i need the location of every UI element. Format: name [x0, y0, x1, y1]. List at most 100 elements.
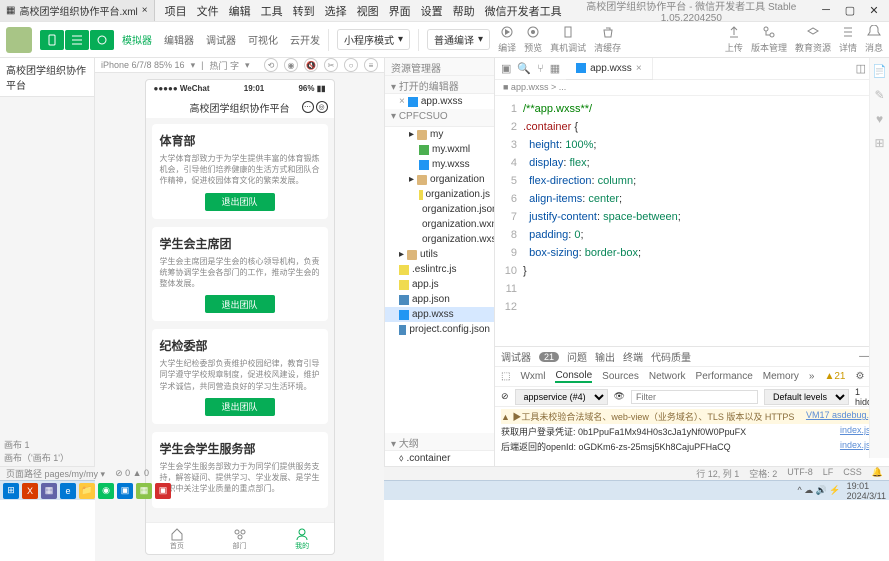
search-icon[interactable]: 🔍	[517, 62, 531, 75]
tree-item[interactable]: ▸ my	[385, 127, 494, 142]
taskbar-app[interactable]: ▦	[41, 483, 57, 499]
taskbar-app[interactable]: ▣	[117, 483, 133, 499]
tab-dept[interactable]: 部门	[208, 523, 271, 554]
tree-item[interactable]: organization.js	[385, 187, 494, 202]
menu-tools[interactable]: 工具	[261, 3, 283, 19]
close-icon[interactable]: ×	[142, 5, 148, 16]
more-icon[interactable]: ≡	[364, 58, 378, 72]
editor-tab-active[interactable]: app.wxss ×	[566, 58, 653, 79]
menu-select[interactable]: 选择	[325, 3, 347, 19]
messages-button[interactable]: 消息	[865, 25, 883, 54]
simulator-toggle[interactable]	[40, 30, 64, 50]
dock-icon[interactable]: ⊞	[874, 136, 884, 150]
dock-icon[interactable]: ✎	[874, 88, 884, 102]
phone-content[interactable]: 体育部大学体育部致力于为学生提供丰富的体育锻炼机会，引导他们培养健康的生活方式和…	[146, 118, 334, 522]
bell-icon[interactable]: 🔔	[872, 467, 883, 480]
tab-sources[interactable]: Sources	[602, 371, 639, 382]
tree-item[interactable]: app.wxss	[385, 307, 494, 322]
leave-button[interactable]: 退出团队	[205, 193, 275, 211]
leave-button[interactable]: 退出团队	[205, 398, 275, 416]
device-select[interactable]: iPhone 6/7/8 85% 16	[101, 60, 185, 70]
menu-project[interactable]: 项目	[165, 3, 187, 19]
compile-button[interactable]: 编译	[498, 25, 516, 54]
start-button[interactable]: ⊞	[3, 483, 19, 499]
taskbar-app[interactable]: X	[22, 483, 38, 499]
minimize-icon[interactable]: ─	[817, 4, 835, 17]
open-editors-header[interactable]: ▾ 打开的编辑器	[385, 76, 494, 94]
tab-simulator[interactable]: 模拟器	[122, 32, 152, 47]
console-output[interactable]: ▲ ▶工具未校验合法域名、web-view（业务域名）、TLS 版本以及 HTT…	[495, 407, 889, 466]
gear-icon[interactable]: ⚙	[856, 371, 865, 382]
close-capsule-icon[interactable]: ◎	[316, 101, 328, 113]
stop-icon[interactable]: ◉	[284, 58, 298, 72]
tab-debugger[interactable]: 调试器	[206, 32, 236, 47]
avatar[interactable]	[6, 27, 32, 53]
tree-item[interactable]: organization.wxml	[385, 217, 494, 232]
ext-icon[interactable]: ▦	[550, 62, 560, 75]
tab-editor[interactable]: 编辑器	[164, 32, 194, 47]
tree-item[interactable]: app.js	[385, 277, 494, 292]
tree-item[interactable]: project.config.json	[385, 322, 494, 337]
menu-settings[interactable]: 设置	[421, 3, 443, 19]
branch-icon[interactable]: ⑂	[537, 63, 544, 75]
tree-item[interactable]: my.wxml	[385, 142, 494, 157]
problems-count[interactable]: ⊘ 0 ▲ 0	[115, 468, 149, 479]
explorer-icon[interactable]: ▣	[501, 62, 511, 75]
indent-info[interactable]: 空格: 2	[749, 467, 777, 480]
cursor-position[interactable]: 行 12, 列 1	[696, 467, 739, 480]
page-path[interactable]: 页面路径 pages/my/my ▾	[6, 467, 105, 480]
menu-view[interactable]: 视图	[357, 3, 379, 19]
taskbar-app[interactable]: ▦	[136, 483, 152, 499]
minimize-panel-icon[interactable]: —	[859, 351, 869, 362]
taskbar-wechat[interactable]: ◉	[98, 483, 114, 499]
console-tab-quality[interactable]: 代码质量	[651, 349, 691, 364]
taskbar-folder[interactable]: 📁	[79, 483, 95, 499]
tree-item[interactable]: app.json	[385, 292, 494, 307]
tab-memory[interactable]: Memory	[763, 371, 799, 382]
tree-item[interactable]: organization.wxss	[385, 232, 494, 247]
tree-item[interactable]: ▸ utils	[385, 247, 494, 262]
console-tab-debugger[interactable]: 调试器	[501, 349, 531, 364]
breadcrumb[interactable]: ■ app.wxss > ...	[495, 80, 889, 96]
clear-icon[interactable]: ⊘	[501, 391, 509, 402]
menu-file[interactable]: 文件	[197, 3, 219, 19]
preview-button[interactable]: 预览	[524, 25, 542, 54]
outline-item[interactable]: ⬨ .container	[385, 451, 494, 466]
close-tab-icon[interactable]: ×	[636, 63, 642, 74]
tab-network[interactable]: Network	[649, 371, 686, 382]
close-window-icon[interactable]: ✕	[865, 4, 883, 17]
tab-visual[interactable]: 可视化	[248, 32, 278, 47]
clear-cache-button[interactable]: 清缓存	[594, 25, 621, 54]
dock-icon[interactable]: 📄	[872, 64, 887, 78]
debugger-toggle[interactable]	[90, 30, 114, 50]
filter-input[interactable]	[631, 390, 758, 404]
compile-mode-dropdown[interactable]: 普通编译▾	[427, 29, 490, 50]
split-icon[interactable]: ◫	[856, 62, 866, 75]
menu-help[interactable]: 帮助	[453, 3, 475, 19]
leave-button[interactable]: 退出团队	[205, 295, 275, 313]
code-body[interactable]: /**app.wxss**/.container { height: 100%;…	[523, 96, 889, 346]
tree-item[interactable]: ▸ organization	[385, 172, 494, 187]
edu-button[interactable]: 教育资源	[795, 25, 831, 54]
tab-console[interactable]: Console	[555, 370, 592, 383]
tray-clock[interactable]: 19:012024/3/11	[847, 481, 886, 501]
real-device-button[interactable]: 真机调试	[550, 25, 586, 54]
tree-item[interactable]: .eslintrc.js	[385, 262, 494, 277]
tab-home[interactable]: 首页	[146, 523, 209, 554]
document-tab[interactable]: ▦ 高校团学组织协作平台.xml ×	[0, 0, 155, 21]
cut-icon[interactable]: ✂	[324, 58, 338, 72]
mute-icon[interactable]: 🔇	[304, 58, 318, 72]
tree-item[interactable]: my.wxss	[385, 157, 494, 172]
home-icon[interactable]: ○	[344, 58, 358, 72]
maximize-icon[interactable]: ▢	[841, 4, 859, 17]
levels-select[interactable]: Default levels	[764, 389, 849, 405]
menu-goto[interactable]: 转到	[293, 3, 315, 19]
lang-mode[interactable]: CSS	[843, 467, 862, 480]
app-mode-dropdown[interactable]: 小程序模式▾	[337, 29, 410, 50]
taskbar-app[interactable]: ▣	[155, 483, 171, 499]
project-header[interactable]: ▾ CPFCSUO	[385, 109, 494, 127]
menu-devtools[interactable]: 微信开发者工具	[485, 3, 562, 19]
console-tab-terminal[interactable]: 终端	[623, 349, 643, 364]
console-tab-output[interactable]: 输出	[595, 349, 615, 364]
encoding[interactable]: UTF-8	[787, 467, 813, 480]
